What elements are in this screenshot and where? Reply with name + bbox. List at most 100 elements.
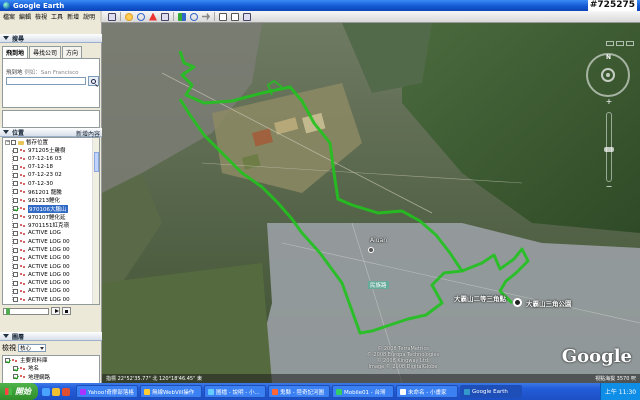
place-item[interactable]: ACTIVE LOG 00 <box>3 287 99 295</box>
task-paint[interactable]: 未命名 - 小畫家 <box>396 385 458 398</box>
place-checkbox[interactable] <box>13 189 18 195</box>
place-checkbox[interactable] <box>13 247 18 253</box>
place-checkbox[interactable] <box>13 206 18 212</box>
place-item[interactable]: ACTIVE LOG 00 <box>3 279 99 287</box>
places-header[interactable]: 位置 新增內容 <box>0 128 102 138</box>
sidebar-toggle-icon[interactable] <box>108 12 116 21</box>
place-checkbox[interactable] <box>13 156 18 162</box>
place-item[interactable]: 07-12-18 <box>3 163 99 171</box>
stop-button[interactable] <box>62 307 71 315</box>
place-item[interactable]: 07-12-16 03 <box>3 155 99 163</box>
town-marker-icon[interactable] <box>368 247 374 253</box>
task-mobile01[interactable]: Mobile01 - 台灣 <box>332 385 394 398</box>
place-item[interactable]: ACTIVE LOG 00 <box>3 271 99 279</box>
tab-directions[interactable]: 方向 <box>62 46 83 58</box>
place-checkbox[interactable] <box>13 264 18 270</box>
task-google-earth[interactable]: Google Earth <box>460 385 522 398</box>
peak-park-label[interactable]: 大霸山三角公園 <box>526 298 572 308</box>
layer-checkbox[interactable] <box>13 374 18 380</box>
earth-3d-view[interactable]: 大霸山二等三角點 大霸山三角公園 Aiuan 民族路 N + − © 2008 … <box>102 23 640 383</box>
menu-edit[interactable]: 編輯 <box>19 12 31 21</box>
layer-item[interactable]: 主要資料庫 <box>3 356 99 364</box>
google-maps-icon[interactable] <box>243 12 251 21</box>
search-button[interactable] <box>88 76 99 86</box>
tab-find-business[interactable]: 尋找公司 <box>29 46 62 58</box>
zoom-slider[interactable] <box>604 112 614 182</box>
menu-add[interactable]: 新增 <box>67 12 79 21</box>
place-item[interactable]: 961213鯉化 <box>3 196 99 204</box>
task-image-doc[interactable]: 圖檔 - 說明 - 小... <box>204 385 266 398</box>
path-icon[interactable] <box>149 12 157 21</box>
zoom-out-icon[interactable]: − <box>586 182 632 191</box>
place-item[interactable]: ACTIVE LOG 00 <box>3 296 99 304</box>
compass-ring[interactable]: N <box>586 53 630 97</box>
place-item[interactable]: 07-12-30 <box>3 179 99 187</box>
folder-icon[interactable] <box>52 387 60 396</box>
place-checkbox[interactable] <box>13 239 18 245</box>
menu-tools[interactable]: 工具 <box>51 12 63 21</box>
zoom-slider-knob[interactable] <box>604 147 614 152</box>
zoom-in-icon[interactable]: + <box>586 97 632 106</box>
place-checkbox[interactable] <box>13 288 18 294</box>
road-label[interactable]: 民族路 <box>368 281 389 289</box>
placemark-icon[interactable] <box>125 12 133 21</box>
place-item[interactable]: 970106大鵬山 <box>3 204 99 213</box>
place-item[interactable]: 970107鯉化延 <box>3 213 99 221</box>
place-checkbox[interactable] <box>11 139 16 145</box>
polygon-icon[interactable] <box>137 12 145 21</box>
place-checkbox[interactable] <box>13 280 18 286</box>
layer-item[interactable]: 地理網路 <box>3 373 99 381</box>
place-checkbox[interactable] <box>13 272 18 278</box>
place-item[interactable]: 971205土雞樹 <box>3 146 99 154</box>
place-item[interactable]: ACTIVE LOG 00 <box>3 238 99 246</box>
fly-to-input[interactable] <box>6 77 86 85</box>
place-checkbox[interactable] <box>13 197 18 203</box>
place-item[interactable]: − 暫存位置 <box>3 138 99 146</box>
tour-icon[interactable] <box>178 12 186 21</box>
menu-file[interactable]: 檔案 <box>3 12 15 21</box>
menu-view[interactable]: 檢視 <box>35 12 47 21</box>
place-checkbox[interactable] <box>13 181 18 187</box>
tilt-up-icon[interactable] <box>606 41 614 46</box>
layer-item[interactable]: 地名 <box>3 364 99 372</box>
email-icon[interactable] <box>219 12 227 21</box>
media-icon[interactable] <box>62 387 70 396</box>
town-label[interactable]: Aiuan <box>370 237 387 244</box>
layers-header[interactable]: 圖層 <box>0 332 102 341</box>
ruler-icon[interactable] <box>202 12 210 21</box>
start-button[interactable]: 開始 <box>0 383 38 400</box>
place-checkbox[interactable] <box>13 147 18 153</box>
place-item[interactable]: 9701151紅克嶺 <box>3 221 99 229</box>
place-checkbox[interactable] <box>13 164 18 170</box>
place-item[interactable]: ACTIVE LOG 00 <box>3 254 99 262</box>
layer-checkbox[interactable] <box>5 357 10 363</box>
search-header[interactable]: 搜尋 <box>0 34 102 43</box>
sky-icon[interactable] <box>190 12 198 21</box>
reset-tilt-icon[interactable] <box>626 41 634 46</box>
place-checkbox[interactable] <box>13 172 18 178</box>
play-tour-button[interactable] <box>51 307 60 315</box>
print-icon[interactable] <box>231 12 239 21</box>
place-checkbox[interactable] <box>13 297 18 303</box>
layer-checkbox[interactable] <box>13 365 18 371</box>
place-checkbox[interactable] <box>13 214 18 220</box>
menu-help[interactable]: 說明 <box>83 12 95 21</box>
look-joystick-icon[interactable] <box>601 68 615 82</box>
place-item[interactable]: ACTIVE LOG <box>3 229 99 237</box>
place-item[interactable]: ACTIVE LOG 00 <box>3 246 99 254</box>
tilt-down-icon[interactable] <box>616 41 624 46</box>
layers-view-select[interactable]: 核心 <box>18 344 46 352</box>
ie-icon[interactable] <box>42 387 50 396</box>
place-checkbox[interactable] <box>13 255 18 261</box>
task-wireless[interactable]: 無線WebVill操作 <box>140 385 202 398</box>
clock[interactable]: 上午 11:30 <box>605 387 636 396</box>
image-overlay-icon[interactable] <box>161 12 169 21</box>
peak-marker-icon[interactable] <box>513 298 522 307</box>
tab-fly-to[interactable]: 飛到地 <box>2 46 29 58</box>
place-item[interactable]: 961201 龍騰 <box>3 188 99 196</box>
place-checkbox[interactable] <box>13 222 18 228</box>
slider-knob[interactable] <box>6 307 10 315</box>
place-item[interactable]: 07-12-23 02 <box>3 171 99 179</box>
place-checkbox[interactable] <box>13 230 18 236</box>
peak-triangulation-label[interactable]: 大霸山二等三角點 <box>454 293 506 303</box>
